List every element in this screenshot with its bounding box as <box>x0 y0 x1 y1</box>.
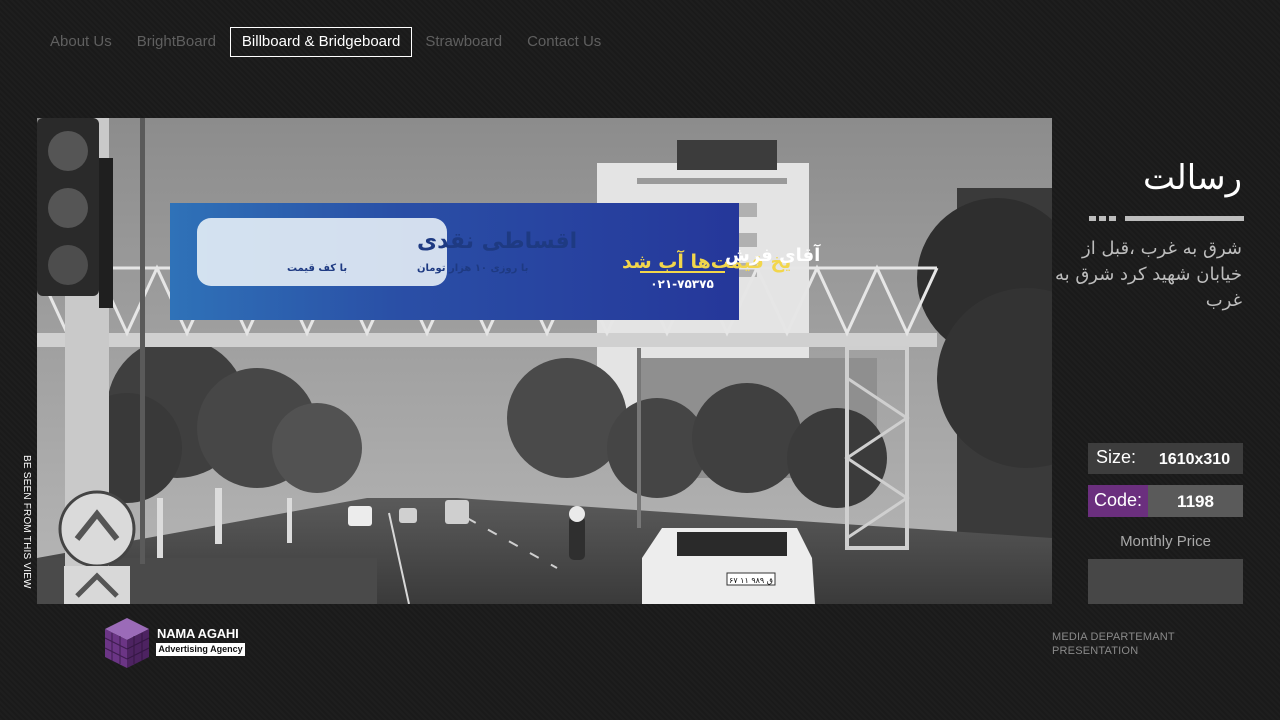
location-title: رسالت <box>1142 158 1242 198</box>
nav-about-us[interactable]: About Us <box>40 27 124 57</box>
vertical-caption: BE SEEN FROM THIS VIEW <box>21 455 32 589</box>
car-plate: ۶۷ ق ۹۸۹ ۱۱ <box>729 576 773 585</box>
ad-block-sub-left: با کف قیمت <box>287 263 347 274</box>
brand-name: NAMA AGAHI <box>157 626 239 641</box>
title-divider <box>1089 216 1244 221</box>
brand-tagline: Advertising Agency <box>156 643 245 656</box>
location-address: شرق به غرب ،قبل از خیابان شهید کرد شرق ب… <box>1054 238 1242 311</box>
top-nav: About Us BrightBoard Billboard & Bridgeb… <box>40 27 614 57</box>
monthly-price-label: Monthly Price <box>1120 533 1211 550</box>
ad-brand: آقای فرش <box>725 243 821 266</box>
department-line-2: PRESENTATION <box>1052 645 1139 657</box>
code-info: Code: 1198 <box>1088 485 1243 517</box>
monthly-price-value <box>1088 559 1243 604</box>
ad-block-sub-right: با روزی ۱۰ هزار تومان <box>417 263 528 274</box>
nav-strawboard[interactable]: Strawboard <box>413 27 514 57</box>
department-caption: MEDIA DEPARTEMANT PRESENTATION <box>1052 630 1175 658</box>
billboard-photo: اقساطی نقدی با روزی ۱۰ هزار تومان با کف … <box>37 118 1052 604</box>
size-value: 1610x310 <box>1158 451 1231 468</box>
department-line-1: MEDIA DEPARTEMANT <box>1052 631 1175 643</box>
nav-billboard-bridgeboard[interactable]: Billboard & Bridgeboard <box>229 27 413 57</box>
nav-brightboard[interactable]: BrightBoard <box>125 27 228 57</box>
nav-contact-us[interactable]: Contact Us <box>515 27 613 57</box>
code-label: Code: <box>1088 485 1148 517</box>
ad-phone: ۰۲۱-۷۵۳۷۵ <box>650 277 714 291</box>
size-label: Size: <box>1096 447 1137 467</box>
ad-block-title: اقساطی نقدی <box>417 229 577 254</box>
size-info: Size: 1610x310 <box>1088 443 1243 474</box>
code-value: 1198 <box>1177 492 1214 511</box>
